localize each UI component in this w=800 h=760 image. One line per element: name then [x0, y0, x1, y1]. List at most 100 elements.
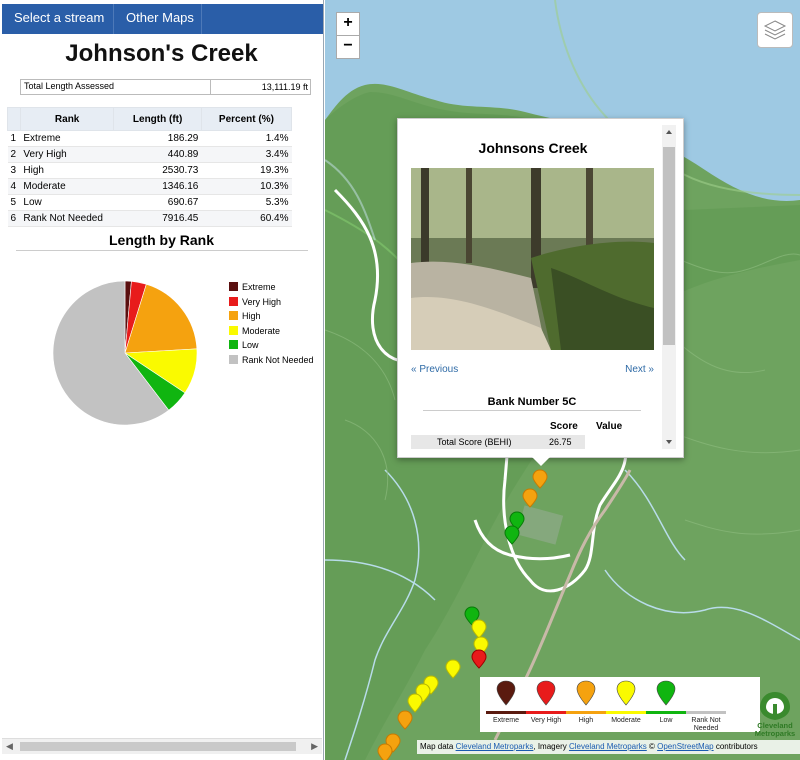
map-legend-label: Very High	[530, 717, 562, 724]
legend-swatch	[229, 340, 238, 349]
total-length-value: 13,111.19 ft	[210, 80, 310, 94]
zoom-out-button[interactable]: −	[336, 35, 360, 59]
rank-cell: Rank Not Needed	[20, 210, 114, 227]
zoom-in-button[interactable]: +	[336, 12, 360, 36]
other-maps-dropdown[interactable]: Other Maps▼	[114, 4, 202, 51]
select-stream-label: Select a stream	[14, 10, 105, 25]
map-popup: Johnsons Creek « Previous Next » Bank Nu…	[397, 118, 684, 458]
legend-color-bar	[566, 711, 606, 714]
legend-color-bar	[526, 711, 566, 714]
scroll-left-icon[interactable]: ◀	[6, 739, 13, 754]
score-row-label: Total Score (BEHI)	[437, 437, 512, 447]
cleveland-metroparks-logo: Cleveland Metroparks	[755, 692, 795, 738]
legend-item[interactable]: Very High	[229, 296, 314, 312]
legend-item[interactable]: Rank Not Needed	[229, 354, 314, 370]
percent-cell: 1.4%	[201, 130, 292, 147]
map-legend-label: Low	[659, 717, 673, 724]
score-row-value: 26.75	[549, 437, 572, 447]
map-legend-item: Low	[646, 677, 686, 732]
table-header-row: Rank Length (ft) Percent (%)	[7, 107, 293, 131]
row-index: 6	[7, 210, 21, 227]
row-index: 3	[7, 162, 21, 179]
scroll-right-icon[interactable]: ▶	[311, 739, 318, 754]
horizontal-scrollbar[interactable]: ◀ ▶	[2, 738, 322, 754]
length-cell: 2530.73	[113, 162, 202, 179]
legend-item[interactable]: Moderate	[229, 325, 314, 341]
legend-swatch	[229, 282, 238, 291]
table-header[interactable]: Rank	[19, 107, 115, 131]
row-index: 1	[7, 130, 21, 147]
map-legend-label: Rank Not Needed	[691, 717, 721, 732]
nav-bar: Select a stream▼ Other Maps▼	[2, 4, 323, 51]
legend-item[interactable]: Extreme	[229, 282, 314, 297]
table-header[interactable]: Percent (%)	[200, 107, 293, 131]
marker-pin-icon	[536, 680, 556, 706]
legend-label: Moderate	[242, 325, 281, 336]
attribution-link[interactable]: Cleveland Metroparks	[569, 742, 647, 751]
score-row: Total Score (BEHI) 26.75	[411, 435, 585, 449]
chart-divider	[16, 250, 308, 251]
table-row: 3 High 2530.73 19.3%	[7, 162, 292, 179]
creek-photo[interactable]	[411, 168, 654, 350]
chart-legend: Extreme Very High High Moderate Low Rank Not …	[229, 282, 314, 369]
popup-title: Johnsons Creek	[478, 140, 588, 156]
legend-color-bar	[486, 711, 526, 714]
map-legend-item: Very High	[526, 677, 566, 732]
table-header[interactable]: Length (ft)	[113, 107, 202, 131]
attribution-text: , Imagery	[533, 742, 569, 751]
table-row: 1 Extreme 186.29 1.4%	[7, 130, 292, 147]
previous-link[interactable]: « Previous	[411, 364, 458, 375]
length-cell: 440.89	[113, 146, 202, 163]
rank-cell: Very High	[20, 146, 114, 163]
legend-item[interactable]: High	[229, 311, 314, 326]
percent-cell: 3.4%	[201, 146, 292, 163]
table-header[interactable]	[7, 107, 21, 131]
logo-text-2: Metroparks	[755, 729, 795, 738]
map-view[interactable]: + − Johnsons Creek « Previous Next » Ban…	[325, 0, 800, 760]
openstreetmap-link[interactable]: OpenStreetMap	[657, 742, 713, 751]
marker-pin-icon	[616, 680, 636, 706]
legend-label: Rank Not Needed	[242, 354, 314, 365]
table-row: 5 Low 690.67 5.3%	[7, 194, 292, 211]
chart-title: Length by Rank	[108, 232, 214, 248]
layers-icon	[763, 20, 787, 40]
popup-scrollbar[interactable]	[662, 125, 676, 449]
marker-pin-icon	[576, 680, 596, 706]
legend-label: Very High	[242, 296, 282, 307]
length-cell: 690.67	[113, 194, 202, 211]
marker-pin-icon	[656, 680, 676, 706]
percent-cell: 19.3%	[201, 162, 292, 179]
other-maps-label: Other Maps	[126, 10, 194, 25]
map-legend: Extreme Very High High Moderate Low Rank Not …	[480, 677, 760, 732]
rank-table: Rank Length (ft) Percent (%) 1 Extreme 186…	[7, 107, 293, 227]
legend-swatch	[229, 354, 238, 364]
map-legend-item: High	[566, 677, 606, 732]
legend-color-bar	[606, 711, 646, 714]
side-panel: Select a stream▼ Other Maps▼ Johnson's C…	[0, 0, 324, 760]
table-row: 2 Very High 440.89 3.4%	[7, 146, 292, 163]
layers-button[interactable]	[757, 12, 793, 48]
legend-label: Extreme	[242, 282, 276, 292]
legend-label: High	[242, 311, 261, 321]
attribution-link[interactable]: Cleveland Metroparks	[456, 742, 534, 751]
popup-pointer	[531, 456, 551, 466]
row-index: 5	[7, 194, 21, 211]
map-legend-label: High	[578, 717, 594, 724]
row-index: 4	[7, 178, 21, 195]
percent-cell: 60.4%	[201, 210, 292, 227]
value-column-header: Value	[596, 421, 623, 432]
rank-cell: Moderate	[20, 178, 114, 195]
percent-cell: 10.3%	[201, 178, 292, 195]
select-stream-dropdown[interactable]: Select a stream▼	[2, 4, 114, 51]
scroll-thumb[interactable]	[20, 742, 296, 751]
length-cell: 7916.45	[113, 210, 202, 227]
page-title: Johnson's Creek	[65, 40, 258, 67]
total-length-row: Total Length Assessed 13,111.19 ft	[20, 79, 311, 95]
rank-cell: High	[20, 162, 114, 179]
pie-chart	[52, 280, 198, 426]
next-link[interactable]: Next »	[625, 364, 654, 375]
legend-swatch	[229, 296, 238, 306]
legend-item[interactable]: Low	[229, 340, 314, 355]
bank-number-heading: Bank Number 5C	[423, 396, 641, 411]
map-attribution: Map data Cleveland Metroparks, Imagery C…	[417, 740, 800, 754]
